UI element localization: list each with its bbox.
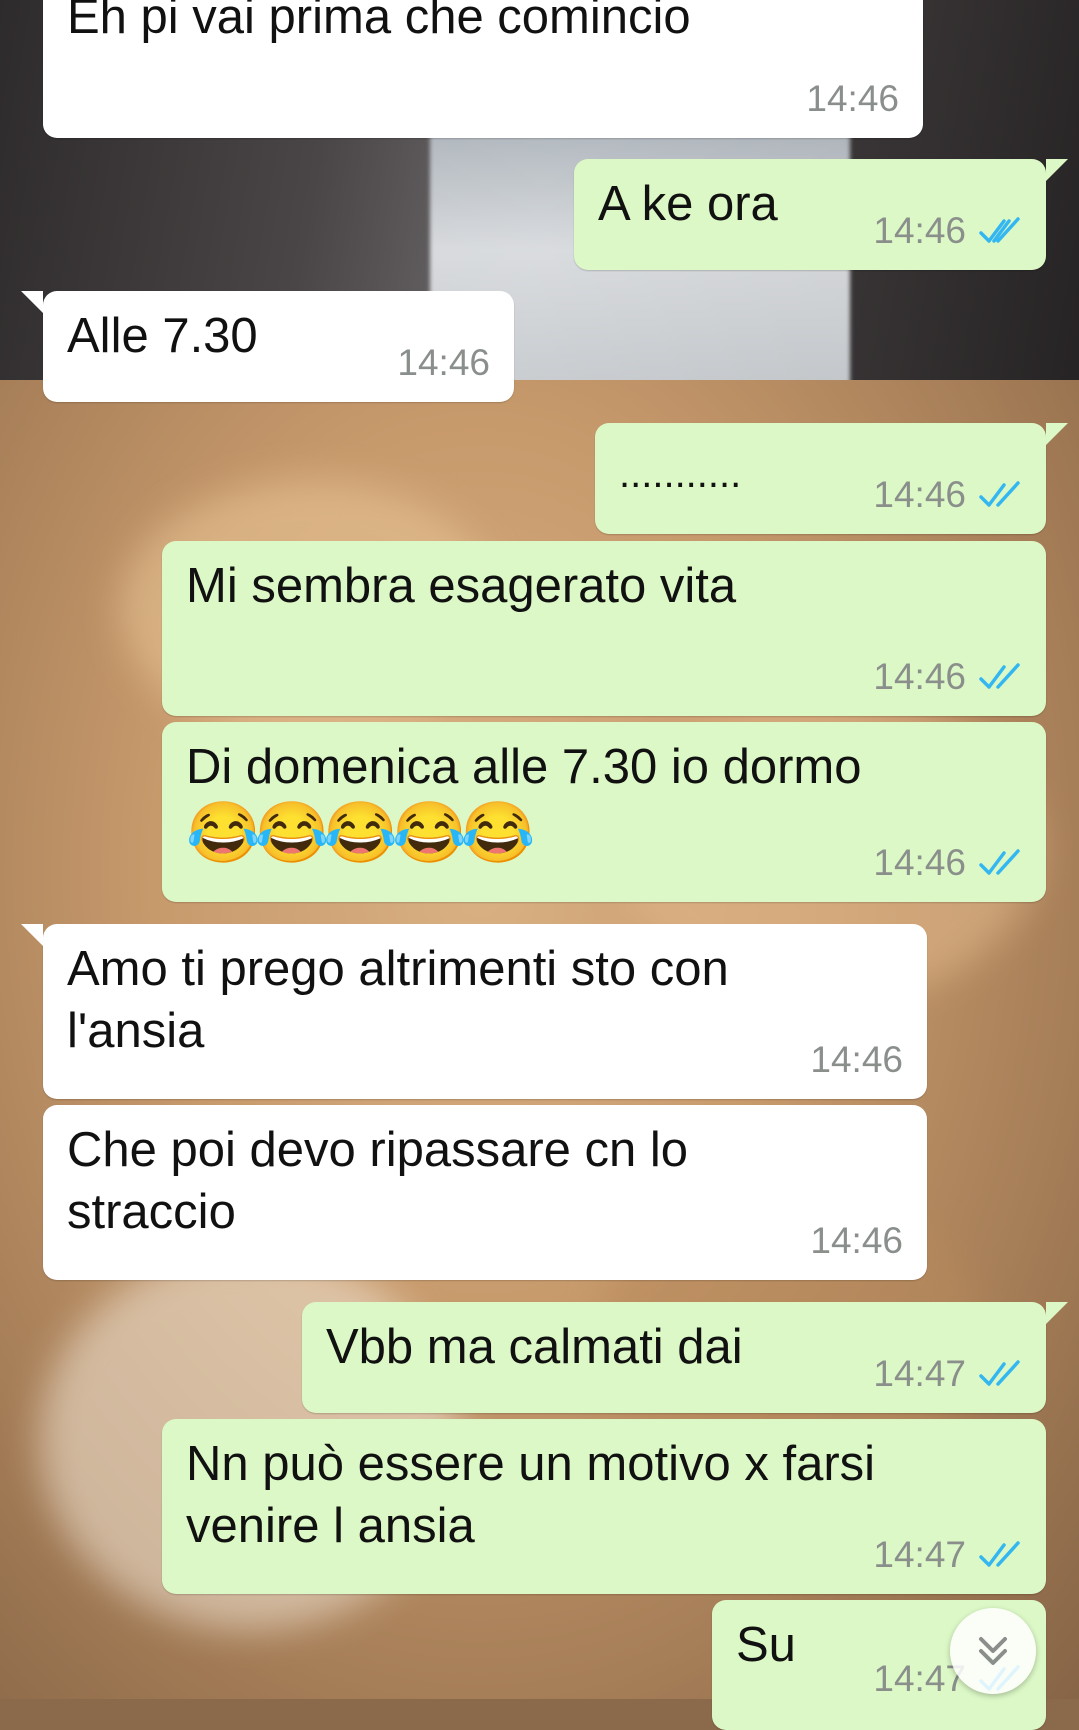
message-time: 14:46 xyxy=(873,210,966,251)
double-check-icon xyxy=(979,1360,1020,1386)
message-time: 14:46 xyxy=(873,474,966,515)
message-outgoing[interactable]: Vbb ma calmati dai 14:47 xyxy=(302,1302,1068,1413)
message-outgoing[interactable]: A ke ora 14:46 xyxy=(574,159,1068,270)
double-check-icon xyxy=(979,217,1020,243)
message-incoming[interactable]: Amo ti prego altrimenti sto con l'ansia … xyxy=(21,924,927,1099)
double-check-icon xyxy=(979,1541,1020,1567)
message-outgoing[interactable]: Mi sembra esagerato vita 14:46 xyxy=(162,541,1046,716)
message-incoming[interactable]: Eh pi vai prima che comincio 14:46 xyxy=(43,0,923,138)
message-time: 14:46 xyxy=(810,1220,903,1261)
double-check-icon xyxy=(979,481,1020,507)
message-incoming[interactable]: Alle 7.30 14:46 xyxy=(21,291,514,402)
message-text: Di domenica alle 7.30 io dormo xyxy=(186,740,862,794)
message-text: Eh pi vai prima che comincio xyxy=(67,0,691,44)
message-text: Nn può essere un motivo x farsi venire l… xyxy=(186,1437,889,1553)
message-text: Mi sembra esagerato vita xyxy=(186,559,737,613)
message-time: 14:46 xyxy=(873,656,966,697)
message-outgoing[interactable]: ........... 14:46 xyxy=(595,423,1068,534)
double-check-icon xyxy=(979,663,1020,689)
message-outgoing[interactable]: Nn può essere un motivo x farsi venire l… xyxy=(162,1419,1046,1594)
message-incoming[interactable]: Che poi devo ripassare cn lo straccio 14… xyxy=(43,1105,927,1280)
chevron-double-down-icon xyxy=(979,1637,1007,1665)
message-time: 14:46 xyxy=(397,342,490,383)
double-check-icon xyxy=(979,849,1020,875)
message-time: 14:46 xyxy=(810,1039,903,1080)
message-text: Che poi devo ripassare cn lo straccio xyxy=(67,1123,702,1239)
message-text: Amo ti prego altrimenti sto con l'ansia xyxy=(67,942,743,1058)
message-time: 14:46 xyxy=(806,78,899,119)
message-time: 14:47 xyxy=(873,1353,966,1394)
scroll-to-bottom-button[interactable] xyxy=(950,1608,1036,1694)
message-outgoing[interactable]: Di domenica alle 7.30 io dormo 😂😂😂😂😂 14:… xyxy=(162,722,1046,902)
message-time: 14:47 xyxy=(873,1534,966,1575)
message-list[interactable]: Eh pi vai prima che comincio 14:46 A ke … xyxy=(0,0,1079,1730)
message-time: 14:46 xyxy=(873,842,966,883)
